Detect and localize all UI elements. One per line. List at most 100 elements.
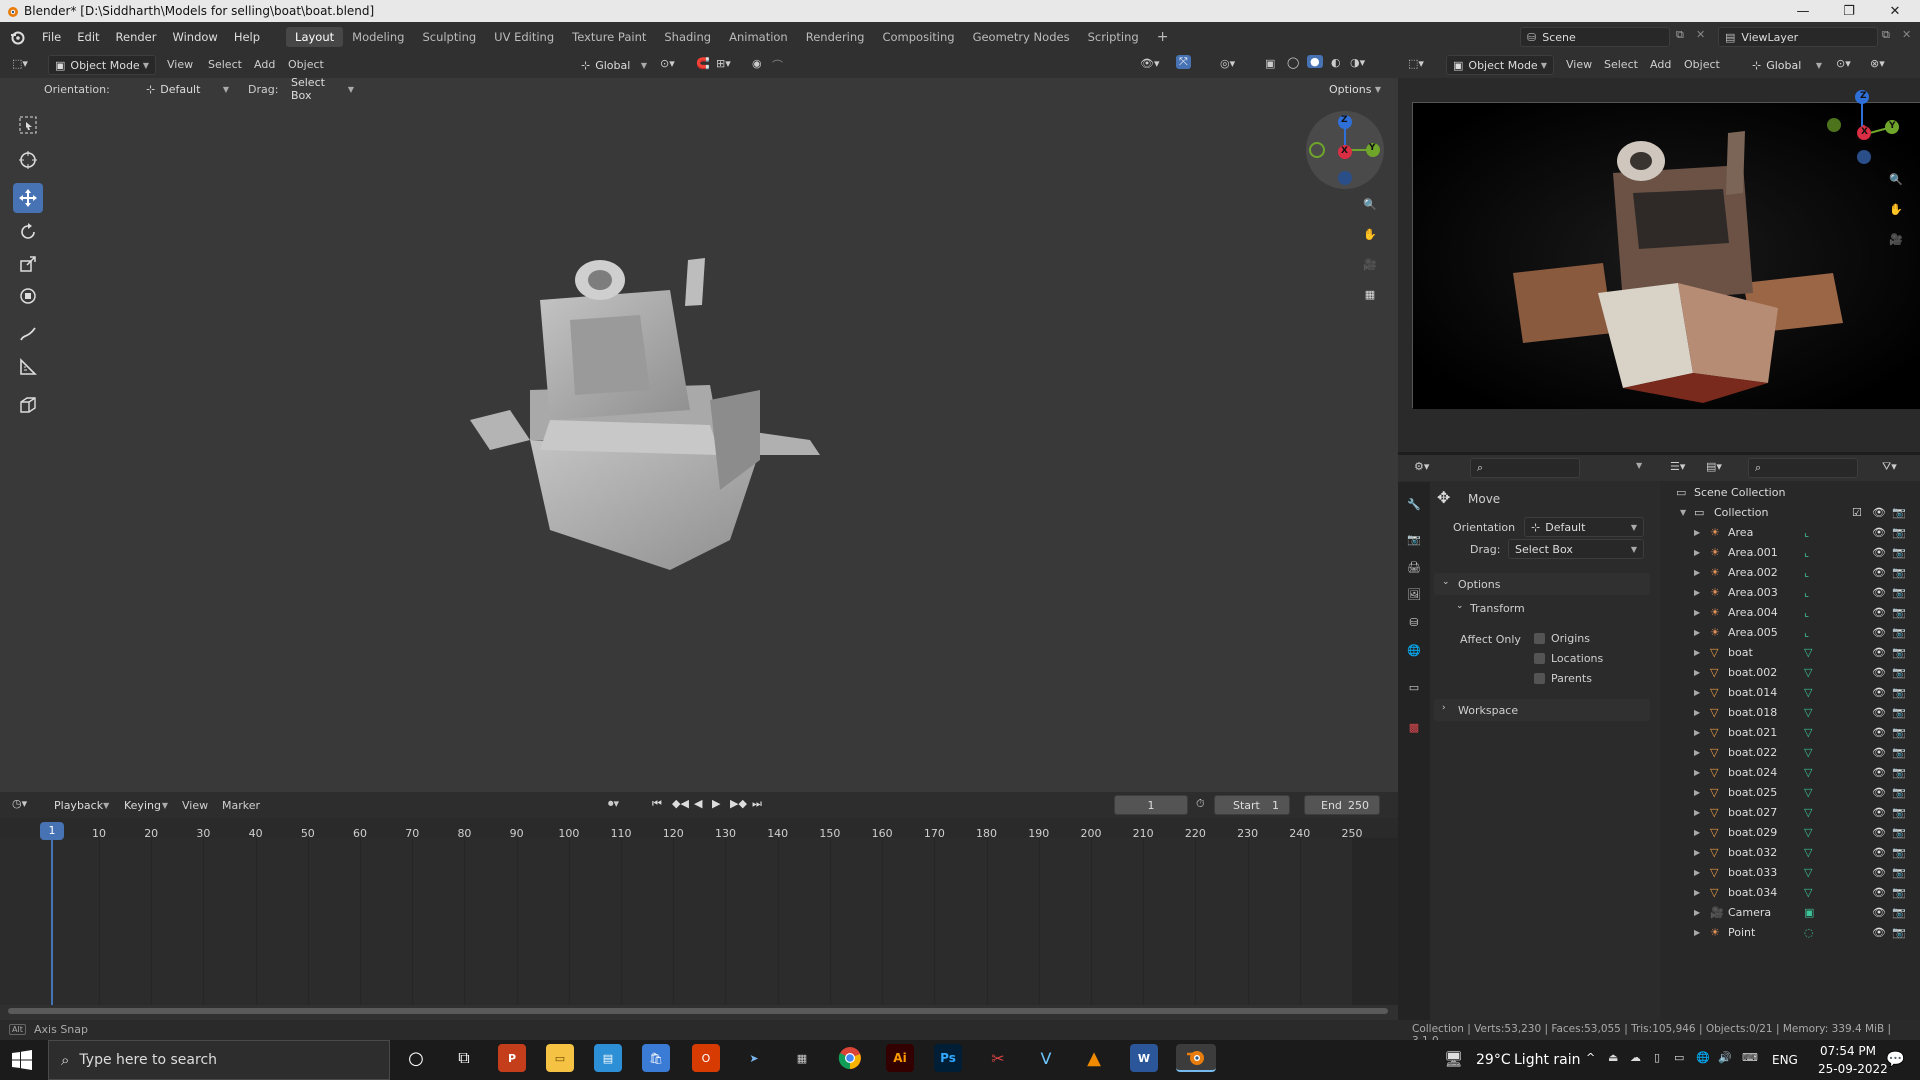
- mesh-data-icon[interactable]: ▽: [1804, 806, 1812, 819]
- outliner-item[interactable]: ▶ ▽ boat.027 ▽ 👁 📷: [1668, 802, 1920, 822]
- file-explorer-icon[interactable]: ▭: [546, 1044, 574, 1072]
- prop-drag-dropdown[interactable]: Select Box ▼: [1508, 539, 1644, 559]
- eye-icon[interactable]: 👁: [1872, 666, 1886, 679]
- render-camera-icon[interactable]: 📷: [1892, 906, 1906, 919]
- timeline-editor-type-icon[interactable]: ◷▾: [12, 797, 27, 810]
- tray-chevron-up-icon[interactable]: ^: [1586, 1051, 1595, 1064]
- viewlayer-selector[interactable]: ▤ ViewLayer: [1718, 27, 1878, 47]
- outliner-item[interactable]: ▶ ☀ Area.005 ⌞ 👁 📷: [1668, 622, 1920, 642]
- expand-arrow-icon[interactable]: ▶: [1694, 748, 1700, 757]
- tray-cloud-icon[interactable]: ☁: [1630, 1051, 1641, 1064]
- timeline-menu-view[interactable]: View: [182, 799, 208, 812]
- shading-rendered-icon[interactable]: ◑▾: [1350, 56, 1365, 69]
- mesh-data-icon[interactable]: ▽: [1804, 686, 1812, 699]
- play-reverse-button[interactable]: ◀: [694, 797, 702, 810]
- snap-target-icon[interactable]: ⊞▾: [716, 57, 731, 70]
- light-data-icon[interactable]: ⌞: [1804, 586, 1809, 599]
- tab-animation[interactable]: Animation: [720, 27, 797, 47]
- render-camera-icon[interactable]: 📷: [1892, 506, 1906, 519]
- overlay-toggle-icon[interactable]: ◎▾: [1220, 57, 1235, 70]
- tool-orientation-dropdown[interactable]: ⊹ Default ▼: [140, 79, 235, 99]
- menu-file[interactable]: File: [34, 30, 69, 44]
- eye-icon[interactable]: 👁: [1872, 906, 1886, 919]
- tray-time[interactable]: 07:54 PM: [1820, 1044, 1876, 1058]
- proportional-falloff-icon[interactable]: ⌒: [772, 57, 783, 73]
- outliner-item[interactable]: ▶ ▽ boat.021 ▽ 👁 📷: [1668, 722, 1920, 742]
- render-camera-icon[interactable]: 📷: [1892, 746, 1906, 759]
- office-icon[interactable]: O: [692, 1044, 720, 1072]
- tool-drag-dropdown[interactable]: Select Box ▼: [285, 76, 360, 102]
- camera-view-icon[interactable]: 🎥: [1358, 252, 1382, 276]
- render-camera-icon[interactable]: 📷: [1892, 526, 1906, 539]
- render-camera-icon[interactable]: 📷: [1892, 626, 1906, 639]
- prev-keyframe-button[interactable]: ◆◀: [672, 797, 689, 810]
- tab-compositing[interactable]: Compositing: [873, 27, 963, 47]
- eye-icon[interactable]: 👁: [1872, 886, 1886, 899]
- render-camera-icon[interactable]: 📷: [1892, 766, 1906, 779]
- outliner-item[interactable]: ▶ ▽ boat.034 ▽ 👁 📷: [1668, 882, 1920, 902]
- eye-icon[interactable]: 👁: [1872, 726, 1886, 739]
- close-button[interactable]: ✕: [1872, 0, 1918, 22]
- tray-battery-icon[interactable]: ▯: [1654, 1051, 1660, 1064]
- render-menu-object[interactable]: Object: [1684, 58, 1720, 71]
- eye-icon[interactable]: 👁: [1872, 606, 1886, 619]
- blender-menu-icon[interactable]: [0, 29, 34, 45]
- render-orientation-dropdown[interactable]: ⊹ Global ▼: [1746, 55, 1828, 75]
- cursor-tool[interactable]: [13, 145, 43, 175]
- select-box-tool[interactable]: [13, 110, 43, 140]
- outliner-search-field[interactable]: ⌕: [1748, 458, 1858, 478]
- xray-toggle-icon[interactable]: ▣: [1265, 57, 1275, 70]
- render-menu-select[interactable]: Select: [1604, 58, 1638, 71]
- outliner-item[interactable]: ▶ ▽ boat.024 ▽ 👁 📷: [1668, 762, 1920, 782]
- outliner-item[interactable]: ▶ 🎥 Camera ▣ 👁 📷: [1668, 902, 1920, 922]
- new-scene-icon[interactable]: ⧉: [1676, 28, 1684, 42]
- outliner-item[interactable]: ▶ ☀ Point ◌ 👁 📷: [1668, 922, 1920, 942]
- record-button[interactable]: ⏺▾: [608, 797, 619, 811]
- render-camera-icon[interactable]: 📷: [1892, 606, 1906, 619]
- render-camera-icon[interactable]: 📷: [1892, 886, 1906, 899]
- outliner-scene-collection[interactable]: ▭ Scene Collection: [1668, 482, 1920, 502]
- render-camera-icon[interactable]: 📷: [1892, 706, 1906, 719]
- timeline-track-area[interactable]: [0, 838, 1398, 1005]
- cortana-icon[interactable]: ○: [402, 1044, 430, 1072]
- render-camera-icon[interactable]: 📷: [1892, 586, 1906, 599]
- tray-network-icon[interactable]: 🌐: [1696, 1051, 1710, 1064]
- end-frame-field[interactable]: End 250: [1304, 795, 1380, 815]
- zoom-icon[interactable]: 🔍: [1358, 192, 1382, 216]
- light-data-icon[interactable]: ⌞: [1804, 626, 1809, 639]
- viewport-menu-object[interactable]: Object: [288, 58, 324, 71]
- annotate-tool[interactable]: [13, 319, 43, 349]
- eye-icon[interactable]: 👁: [1872, 926, 1886, 939]
- measure-tool[interactable]: [13, 352, 43, 382]
- shading-solid-icon[interactable]: ●: [1307, 55, 1323, 68]
- menu-window[interactable]: Window: [164, 30, 225, 44]
- render-camera-icon[interactable]: 📷: [1892, 686, 1906, 699]
- tab-sculpting[interactable]: Sculpting: [413, 27, 485, 47]
- rotate-tool[interactable]: [13, 217, 43, 247]
- render-camera-icon[interactable]: 📷: [1892, 666, 1906, 679]
- timeline-menu-marker[interactable]: Marker: [222, 799, 260, 812]
- delete-viewlayer-icon[interactable]: ✕: [1902, 28, 1911, 41]
- eye-icon[interactable]: 👁: [1872, 586, 1886, 599]
- tab-texture-paint[interactable]: Texture Paint: [563, 27, 655, 47]
- outliner-item[interactable]: ▶ ▽ boat ▽ 👁 📷: [1668, 642, 1920, 662]
- timeline-scrollbar[interactable]: [8, 1008, 1388, 1014]
- render-mode-selector[interactable]: ▣ Object Mode ▼: [1446, 55, 1554, 75]
- render-menu-add[interactable]: Add: [1650, 58, 1671, 71]
- render-tab-icon[interactable]: 📷: [1402, 527, 1426, 551]
- chevron-down-icon[interactable]: ▼: [1636, 461, 1642, 470]
- mesh-data-icon[interactable]: ▽: [1804, 706, 1812, 719]
- eye-icon[interactable]: 👁: [1872, 546, 1886, 559]
- origins-checkbox[interactable]: Origins: [1534, 632, 1590, 645]
- expand-arrow-icon[interactable]: ▶: [1694, 788, 1700, 797]
- outliner-item[interactable]: ▶ ▽ boat.002 ▽ 👁 📷: [1668, 662, 1920, 682]
- proportional-edit-icon[interactable]: ◉: [752, 57, 762, 70]
- prop-orientation-dropdown[interactable]: ⊹ Default ▼: [1524, 517, 1644, 537]
- outliner-item[interactable]: ▶ ▽ boat.029 ▽ 👁 📷: [1668, 822, 1920, 842]
- render-camera-icon[interactable]: 📷: [1892, 546, 1906, 559]
- render-camera-icon[interactable]: 🎥: [1884, 227, 1908, 251]
- store-icon[interactable]: 🛍: [642, 1044, 670, 1072]
- new-viewlayer-icon[interactable]: ⧉: [1882, 28, 1890, 42]
- expand-arrow-icon[interactable]: ▶: [1694, 928, 1700, 937]
- view-layer-tab-icon[interactable]: 🖼: [1402, 582, 1426, 606]
